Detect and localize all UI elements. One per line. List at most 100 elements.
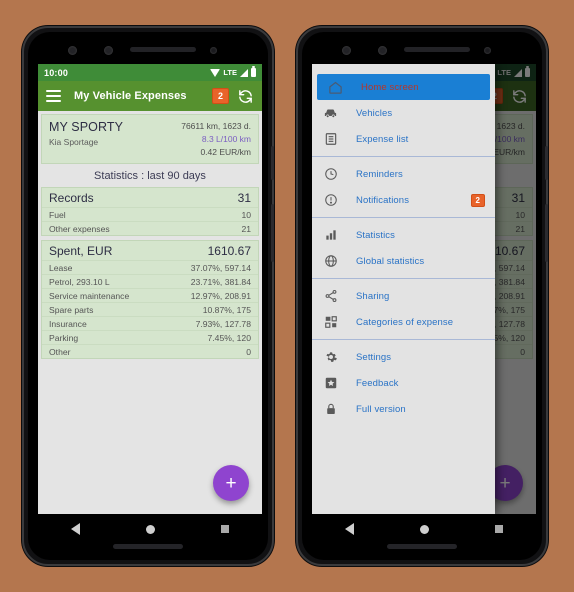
spent-group[interactable]: Spent, EUR 1610.67 Lease 37.07%, 597.14 …	[41, 240, 259, 360]
wifi-icon	[210, 68, 221, 77]
proximity-sensor-icon	[210, 47, 217, 54]
row-label: Fuel	[49, 209, 66, 220]
recents-square-icon[interactable]	[495, 525, 503, 533]
spent-title: Spent, EUR	[49, 244, 113, 259]
table-row: Spare parts 10.87%, 175	[42, 302, 258, 316]
vehicle-model: Kia Sportage	[49, 137, 99, 147]
hamburger-menu-icon[interactable]	[46, 90, 61, 102]
volume-button-left[interactable]	[271, 204, 274, 262]
vehicle-cost-per-km: 0.42 EUR/km	[200, 146, 251, 157]
row-label: Parking	[49, 332, 79, 343]
sidebar-item-feedback[interactable]: Feedback	[312, 370, 495, 396]
row-label: Other expenses	[49, 223, 110, 234]
back-triangle-icon[interactable]	[345, 523, 354, 535]
row-label: Spare parts	[49, 304, 94, 315]
sidebar-item-label: Expense list	[356, 133, 409, 145]
earpiece-speaker	[130, 47, 196, 52]
front-camera-icon	[68, 46, 77, 55]
battery-icon	[251, 66, 256, 77]
spent-total: 1610.67	[207, 244, 251, 259]
notification-badge[interactable]: 2	[211, 88, 229, 104]
row-value: 12.97%, 208.91	[190, 290, 251, 301]
network-label: LTE	[223, 68, 237, 77]
row-label: Insurance	[49, 318, 87, 329]
row-label: Lease	[49, 262, 73, 273]
sidebar-item-statistics[interactable]: Statistics	[312, 222, 495, 248]
sidebar-item-label: Notifications	[356, 194, 410, 206]
sidebar-item-full-version[interactable]: Full version	[312, 396, 495, 422]
signal-icon	[240, 68, 248, 77]
app-toolbar: My Vehicle Expenses 2	[38, 81, 262, 111]
sidebar-item-home-screen[interactable]: Home screen	[317, 74, 490, 100]
drawer-section-stats: Statistics Global statistics	[312, 218, 495, 278]
bar-chart-icon	[322, 227, 339, 244]
vehicle-name: MY SPORTY	[49, 120, 124, 134]
table-row: Petrol, 293.10 L 23.71%, 381.84	[42, 274, 258, 288]
grid-categories-icon	[322, 314, 339, 331]
drawer-section-system: Settings Feedback Full version	[312, 340, 495, 426]
exclamation-circle-icon	[322, 192, 339, 209]
row-value: 21	[241, 223, 251, 234]
front-camera-icon	[342, 46, 351, 55]
share-nodes-icon	[322, 288, 339, 305]
home-circle-icon[interactable]	[420, 524, 429, 534]
device-bezel-left: 10:00 LTE My Vehicle Expenses 2 MY SPORT…	[28, 32, 268, 560]
drawer-section-main: Home screen Vehicles Expense list	[312, 70, 495, 156]
row-value: 7.93%, 127.78	[195, 318, 251, 329]
proximity-sensor-icon	[484, 47, 491, 54]
phone-device-left: 10:00 LTE My Vehicle Expenses 2 MY SPORT…	[22, 26, 274, 566]
earpiece-speaker	[404, 47, 470, 52]
row-value: 0	[246, 346, 251, 357]
records-title: Records	[49, 191, 94, 206]
sidebar-item-vehicles[interactable]: Vehicles	[312, 100, 495, 126]
device-bezel-right: 10:00 LTE My Vehicle Expenses 2	[302, 32, 542, 560]
sidebar-item-reminders[interactable]: Reminders	[312, 161, 495, 187]
bottom-speaker	[387, 544, 457, 549]
system-navigation-bar	[38, 514, 262, 544]
back-triangle-icon[interactable]	[71, 523, 80, 535]
sidebar-item-label: Home screen	[361, 81, 419, 93]
sidebar-item-label: Global statistics	[356, 255, 425, 267]
records-group[interactable]: Records 31 Fuel 10 Other expenses 21	[41, 187, 259, 237]
phone-screen-right: 10:00 LTE My Vehicle Expenses 2	[312, 64, 536, 514]
front-camera-secondary-icon	[104, 46, 113, 55]
bottom-speaker	[113, 544, 183, 549]
sidebar-item-label: Statistics	[356, 229, 396, 241]
recents-square-icon[interactable]	[221, 525, 229, 533]
sidebar-item-categories-of-expense[interactable]: Categories of expense	[312, 309, 495, 335]
table-row: Other 0	[42, 344, 258, 358]
front-camera-secondary-icon	[378, 46, 387, 55]
sidebar-item-settings[interactable]: Settings	[312, 344, 495, 370]
car-icon	[322, 105, 339, 122]
vehicle-consumption: 8.3 L/100 km	[201, 133, 251, 144]
drawer-section-alerts: Reminders Notifications 2	[312, 157, 495, 217]
star-box-icon	[322, 375, 339, 392]
phone-screen-left: 10:00 LTE My Vehicle Expenses 2 MY SPORT…	[38, 64, 262, 514]
sidebar-item-notifications[interactable]: Notifications 2	[312, 187, 495, 213]
refresh-sync-icon[interactable]	[237, 88, 254, 105]
sidebar-item-label: Vehicles	[356, 107, 393, 119]
globe-icon	[322, 253, 339, 270]
vehicle-odometer: 76611 km, 1623 d.	[181, 121, 251, 131]
home-circle-icon[interactable]	[146, 524, 155, 534]
volume-button-right[interactable]	[545, 204, 548, 262]
sidebar-item-label: Reminders	[356, 168, 403, 180]
power-button-right[interactable]	[545, 146, 548, 180]
clock-icon	[322, 166, 339, 183]
notifications-badge: 2	[470, 193, 485, 207]
toolbar-actions: 2	[211, 88, 254, 105]
row-label: Service maintenance	[49, 290, 130, 301]
power-button-left[interactable]	[271, 146, 274, 180]
page-title: My Vehicle Expenses	[74, 90, 187, 102]
table-row: Other expenses 21	[42, 221, 258, 235]
row-value: 10.87%, 175	[202, 304, 251, 315]
sidebar-item-label: Sharing	[356, 290, 390, 302]
table-row: Lease 37.07%, 597.14	[42, 260, 258, 274]
vehicle-summary-card[interactable]: MY SPORTY Kia Sportage 76611 km, 1623 d.…	[41, 114, 259, 165]
sidebar-item-sharing[interactable]: Sharing	[312, 283, 495, 309]
statistics-header: Statistics : last 90 days	[38, 164, 262, 188]
sidebar-item-expense-list[interactable]: Expense list	[312, 126, 495, 152]
sidebar-item-global-statistics[interactable]: Global statistics	[312, 248, 495, 274]
add-record-fab[interactable]: +	[213, 465, 249, 501]
row-value: 7.45%, 120	[207, 332, 251, 343]
